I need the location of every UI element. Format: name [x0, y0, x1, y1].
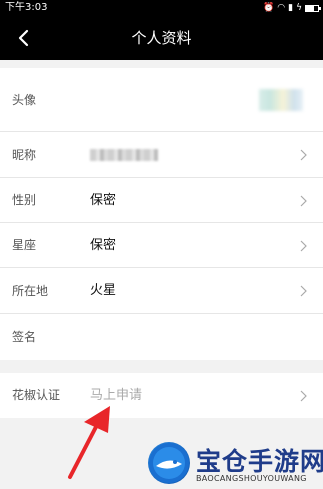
status-icons: ⏰ ◠ ▮ ϟ [263, 0, 321, 16]
row-label: 所在地 [12, 284, 49, 298]
watermark-title: 宝仓手游网 [196, 447, 323, 476]
watermark-logo-icon [148, 442, 190, 484]
avatar [259, 89, 303, 111]
row-certification[interactable]: 花椒认证 马上申请 [0, 373, 323, 418]
signal-icon: ▮ [288, 3, 294, 13]
gender-value: 保密 [90, 193, 117, 208]
row-label: 星座 [12, 238, 37, 252]
row-gender[interactable]: 性别 保密 [0, 178, 323, 223]
row-avatar[interactable]: 头像 [0, 68, 323, 132]
chevron-right-icon [300, 149, 307, 161]
nav-bar: 个人资料 [0, 16, 323, 60]
profile-list: 头像 昵称 性别 保密 星座 保密 所在地 火星 签名 [0, 68, 323, 360]
location-value: 火星 [90, 283, 117, 298]
watermark: 宝仓手游网 BAOCANGSHOUYOUWANG [148, 438, 323, 489]
annotation-arrow [68, 406, 110, 479]
status-bar: 下午3:03 ⏰ ◠ ▮ ϟ [0, 0, 323, 16]
row-label: 花椒认证 [12, 388, 61, 402]
battery-icon [305, 4, 321, 12]
row-label: 头像 [12, 93, 37, 107]
alarm-icon: ⏰ [263, 3, 275, 13]
row-zodiac[interactable]: 星座 保密 [0, 223, 323, 268]
row-label: 昵称 [12, 148, 37, 162]
row-label: 签名 [12, 330, 37, 344]
chevron-right-icon [300, 195, 307, 206]
row-location[interactable]: 所在地 火星 [0, 268, 323, 314]
row-signature[interactable]: 签名 [0, 314, 323, 360]
nickname-value-blurred [90, 149, 158, 161]
chevron-right-icon [300, 240, 307, 251]
zodiac-value: 保密 [90, 238, 117, 253]
page-title: 个人资料 [131, 29, 192, 47]
watermark-subtitle: BAOCANGSHOUYOUWANG [196, 474, 307, 483]
row-label: 性别 [12, 193, 37, 207]
row-nickname[interactable]: 昵称 [0, 132, 323, 178]
charging-icon: ϟ [296, 3, 302, 13]
chevron-right-icon [300, 390, 307, 401]
status-time: 下午3:03 [5, 2, 48, 13]
chevron-right-icon [300, 285, 307, 297]
wifi-icon: ◠ [277, 3, 286, 13]
